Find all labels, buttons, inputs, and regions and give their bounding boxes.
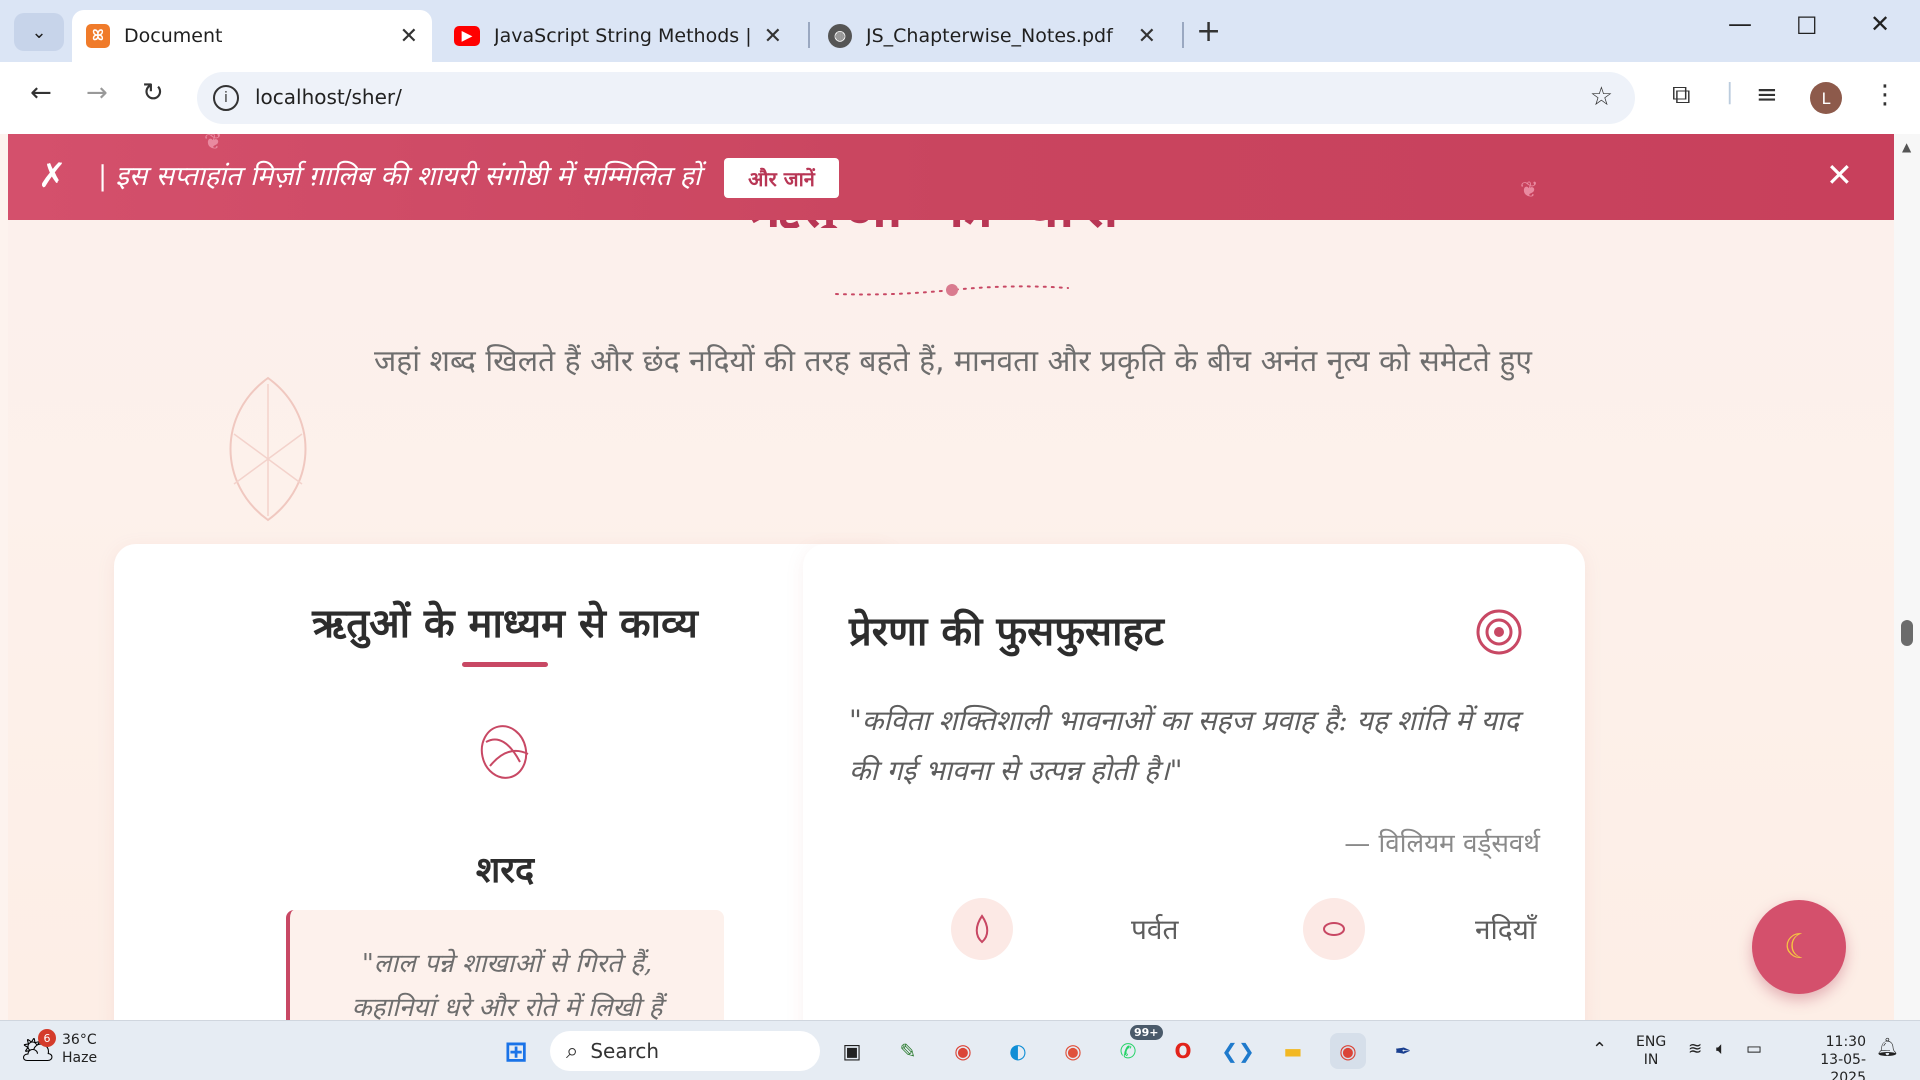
close-icon[interactable]: ✕ (400, 24, 418, 49)
media-controls-icon[interactable]: ≡ (1756, 80, 1778, 110)
chrome-active-icon[interactable]: ◉ (1330, 1033, 1366, 1069)
tab-title: JavaScript String Methods | Java (494, 25, 754, 47)
inspiration-quote: "कविता शक्तिशाली भावनाओं का सहज प्रवाह ह… (849, 704, 1520, 787)
weather-haze-icon: 🌥 6 (20, 1029, 56, 1066)
background-leaf-icon (229, 376, 307, 522)
clock[interactable]: 11:30 13-05-2025 (1786, 1033, 1866, 1080)
tab-document[interactable]: ꕤ Document ✕ (72, 10, 432, 62)
globe-icon: ◍ (828, 24, 852, 48)
notifications-bell-icon[interactable]: 🔔︎ (1876, 1037, 1899, 1058)
feature-label: नदियाँ (1475, 913, 1537, 946)
season-name: शरद (475, 850, 535, 891)
quill-icon: ✗ (38, 156, 67, 196)
decorative-dotted-divider (835, 284, 1069, 296)
menu-kebab-icon[interactable]: ⋮ (1872, 80, 1898, 110)
announcement-banner: ✗ | इस सप्ताहांत मिर्ज़ा ग़ालिब की शायरी… (8, 134, 1894, 220)
season-quote: "लाल पन्ने शाखाओं से गिरते हैं, कहानियां… (286, 910, 724, 1020)
notes-app-icon[interactable]: ✎ (890, 1033, 926, 1069)
notification-badge: 6 (38, 1029, 56, 1047)
opera-icon[interactable]: O (1165, 1033, 1201, 1069)
site-info-icon[interactable]: i (213, 85, 239, 111)
xampp-icon: ꕤ (86, 24, 110, 48)
back-button[interactable]: ← (30, 78, 52, 108)
scroll-up-icon[interactable]: ▲ (1902, 140, 1911, 154)
tab-youtube[interactable]: ▶ JavaScript String Methods | Java ✕ (440, 10, 796, 62)
card-title: प्रेरणा की फुसफुसाहट (849, 609, 1164, 655)
feature-label: पर्वत (1131, 913, 1179, 946)
quote-line: कहानियां धरे और रोते में लिखी हैं (351, 993, 663, 1020)
card-title: ऋतुओं के माध्यम से काव्य (312, 601, 698, 647)
feature-mountains[interactable]: पर्वत (951, 898, 1178, 960)
wifi-icon[interactable]: ≋ (1688, 1039, 1702, 1059)
battery-icon[interactable]: ▭ (1746, 1039, 1762, 1059)
youtube-icon: ▶ (454, 26, 480, 46)
windows-taskbar: 🌥 6 36°C Haze ⊞ ⌕ Search ▣ ✎ ◉ ◐ ◉ ✆ 99+… (0, 1020, 1920, 1080)
bookmark-star-icon[interactable]: ☆ (1590, 82, 1613, 112)
chrome-canary-icon[interactable]: ◉ (1055, 1033, 1091, 1069)
hero-subtitle: जहां शब्द खिलते हैं और छंद नदियों की तरह… (374, 344, 1532, 379)
feather-app-icon[interactable]: ✒ (1385, 1033, 1421, 1069)
learn-more-button[interactable]: और जानें (724, 158, 839, 198)
chevron-down-icon: ⌄ (31, 21, 47, 43)
page-viewport: ऋतुओं की धारा ✗ | इस सप्ताहांत मिर्ज़ा ग… (8, 134, 1894, 1020)
weather-widget[interactable]: 🌥 6 36°C Haze (20, 1029, 98, 1067)
scrollbar-thumb[interactable] (1901, 620, 1913, 646)
edge-icon[interactable]: ◐ (1000, 1033, 1036, 1069)
page-scrollbar[interactable]: ▲ (1894, 134, 1920, 1020)
close-banner-icon[interactable]: ✕ (1826, 156, 1853, 194)
drop-icon (951, 898, 1013, 960)
tab-separator (1182, 22, 1184, 48)
ripple-icon (1303, 898, 1365, 960)
url-text[interactable]: localhost/sher/ (255, 85, 402, 109)
extensions-icon[interactable]: ⧉ (1672, 80, 1691, 111)
tab-separator (808, 22, 810, 48)
seasons-poetry-card: ऋतुओं के माध्यम से काव्य शरद "लाल पन्ने … (114, 544, 896, 1020)
minimize-button[interactable]: — (1728, 10, 1752, 38)
maximize-button[interactable]: ☐ (1796, 12, 1818, 40)
task-view-icon[interactable]: ▣ (834, 1033, 870, 1069)
vscode-icon[interactable]: ❮❯ (1220, 1033, 1256, 1069)
close-icon[interactable]: ✕ (1138, 24, 1156, 49)
tab-search-button[interactable]: ⌄ (14, 13, 64, 51)
leaf-sketch-icon (480, 725, 529, 779)
quote-author: — विलियम वर्ड्सवर्थ (1344, 829, 1540, 859)
new-tab-button[interactable]: + (1196, 14, 1221, 49)
volume-icon[interactable]: 🔈︎ (1716, 1039, 1726, 1059)
quote-line: "लाल पन्ने शाखाओं से गिरते हैं, (361, 949, 653, 979)
show-hidden-icons[interactable]: ⌃ (1592, 1039, 1607, 1060)
notification-badge: 99+ (1130, 1025, 1163, 1040)
browser-tab-bar: ⌄ ꕤ Document ✕ ▶ JavaScript String Metho… (0, 0, 1920, 62)
omnibox[interactable]: i localhost/sher/ ☆ (197, 72, 1635, 124)
close-icon[interactable]: ✕ (764, 24, 782, 49)
address-bar-row: ← → ↻ i localhost/sher/ ☆ ⧉ | ≡ L ⋮ (0, 62, 1920, 134)
title-underline (462, 662, 548, 667)
banner-text: | इस सप्ताहांत मिर्ज़ा ग़ालिब की शायरी स… (98, 161, 701, 192)
leaf-icon: ❦ (1520, 178, 1539, 203)
profile-avatar[interactable]: L (1810, 82, 1842, 114)
whatsapp-icon[interactable]: ✆ 99+ (1110, 1025, 1163, 1069)
tab-title: Document (124, 25, 223, 47)
search-icon: ⌕ (566, 1038, 579, 1064)
weather-temp: 36°C (62, 1032, 97, 1048)
tab-title: JS_Chapterwise_Notes.pdf (866, 25, 1113, 47)
tab-pdf[interactable]: ◍ JS_Chapterwise_Notes.pdf ✕ (814, 10, 1170, 62)
weather-desc: Haze (62, 1050, 98, 1066)
chrome-icon[interactable]: ◉ (945, 1033, 981, 1069)
language-indicator[interactable]: ENG IN (1636, 1033, 1666, 1069)
search-label: Search (590, 1039, 660, 1063)
feature-rivers[interactable]: नदियाँ (1303, 898, 1536, 960)
windows-start-icon[interactable]: ⊞ (498, 1033, 534, 1069)
forward-button[interactable]: → (86, 78, 108, 108)
toolbar-divider: | (1726, 80, 1734, 105)
taskbar-search[interactable]: ⌕ Search (550, 1031, 820, 1071)
leaf-icon: ❦ (204, 134, 223, 155)
window-close-button[interactable]: ✕ (1870, 10, 1890, 38)
file-explorer-icon[interactable]: ▬ (1275, 1033, 1311, 1069)
target-icon (1476, 609, 1522, 655)
inspiration-card: प्रेरणा की फुसफुसाहट "कविता शक्तिशाली भा… (803, 544, 1585, 1020)
theme-toggle-moon-icon[interactable]: ☾ (1752, 900, 1846, 994)
reload-button[interactable]: ↻ (142, 78, 164, 108)
